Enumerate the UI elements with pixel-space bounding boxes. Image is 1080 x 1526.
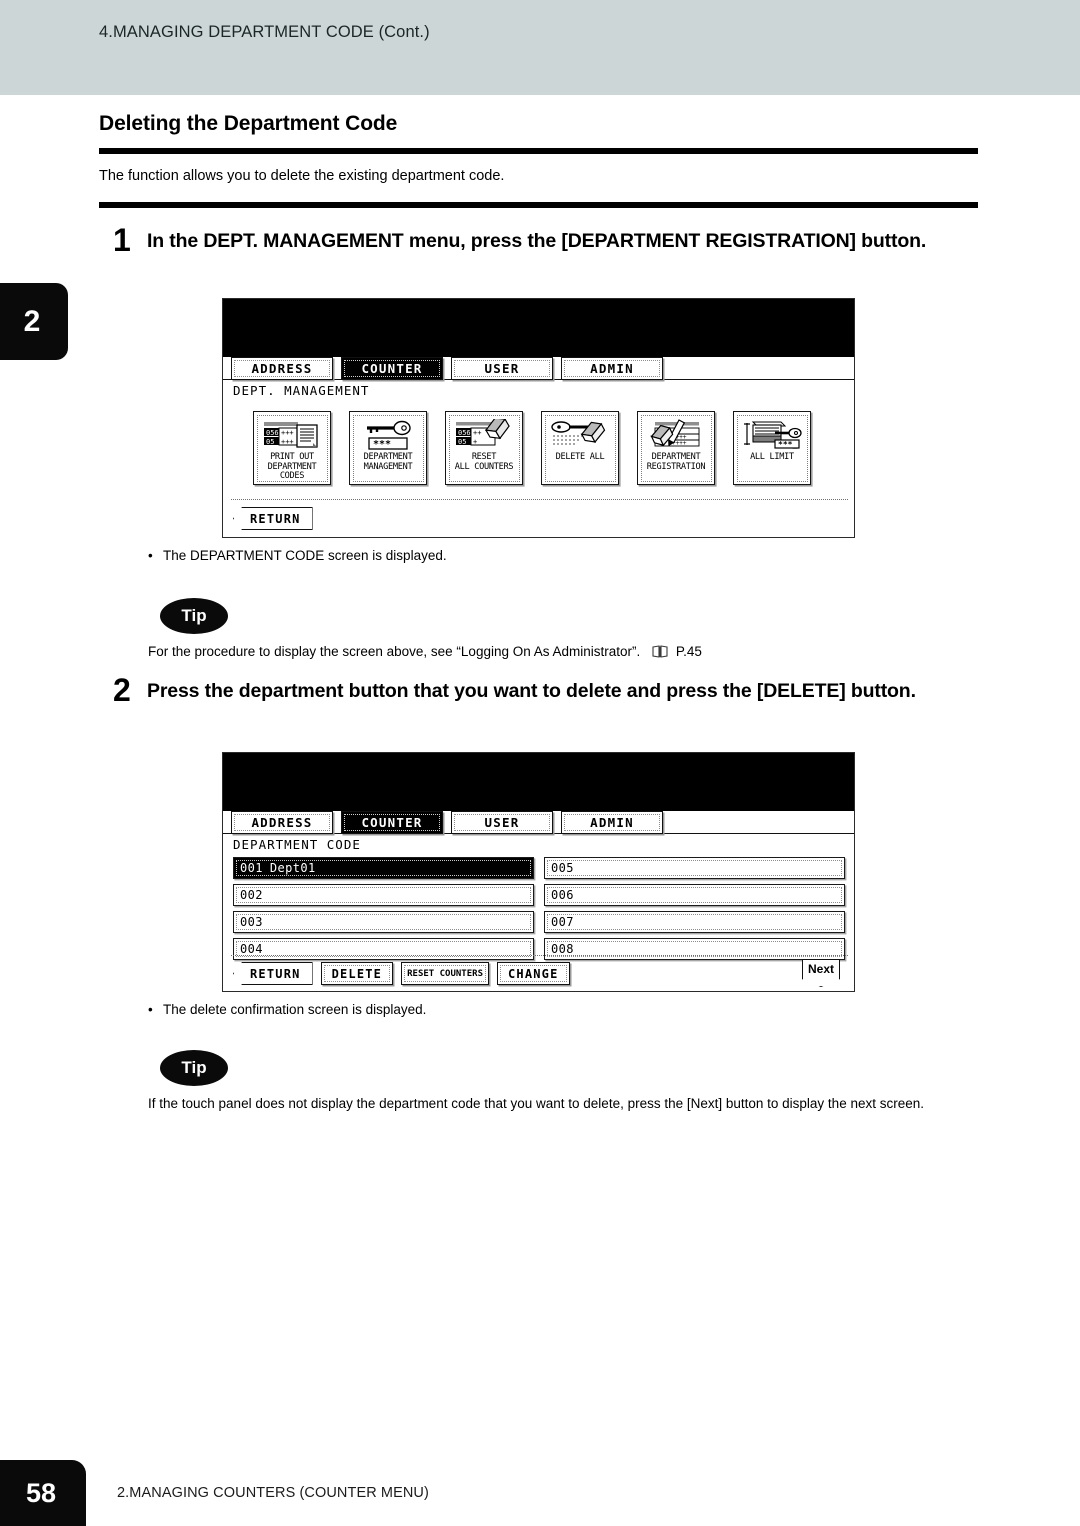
section-intro-text: The function allows you to delete the ex…: [99, 168, 505, 184]
footer-page-tab: 58: [0, 1460, 86, 1526]
book-reference-icon: [652, 644, 668, 665]
tip-badge-2: Tip: [160, 1050, 228, 1086]
step-1: 1 In the DEPT. MANAGEMENT menu, press th…: [99, 224, 989, 256]
lcd1-screen-label: DEPT. MANAGEMENT: [233, 383, 370, 398]
touch-panel-department-code[interactable]: ADDRESS COUNTER USER ADMIN DEPARTMENT CO…: [222, 752, 855, 992]
lcd2-tab-address[interactable]: ADDRESS: [231, 811, 333, 834]
lcd2-button-bar: RETURN DELETE RESET COUNTERS CHANGE: [233, 962, 570, 985]
svg-text:056: 056: [458, 429, 471, 437]
lcd2-tab-admin[interactable]: ADMIN: [561, 811, 663, 834]
lcd1-button-bar: RETURN: [233, 507, 313, 530]
step-2-number: 2: [113, 672, 131, 708]
lcd1-button-department-registration[interactable]: ++++ ++++ DEPARTMENT REGISTRATION: [637, 411, 715, 485]
chapter-tab-number: 2: [23, 304, 41, 338]
department-row[interactable]: 002: [233, 884, 534, 906]
lcd1-tab-address[interactable]: ADDRESS: [231, 357, 333, 380]
department-registration-icon: ++++ ++++: [643, 418, 709, 452]
lcd2-change-button[interactable]: CHANGE: [496, 962, 570, 985]
step-2-caption: • The delete confirmation screen is displ…: [148, 1002, 427, 1017]
lcd2-delete-button[interactable]: DELETE: [320, 962, 394, 985]
department-row[interactable]: 005: [544, 857, 845, 879]
tip-text-2: If the touch panel does not display the …: [148, 1096, 924, 1111]
lcd1-icon-caption: ALL LIMIT: [750, 452, 794, 462]
lcd1-icon-caption: DELETE ALL: [555, 452, 605, 462]
tip-1-page-ref: P.45: [675, 644, 702, 659]
section-divider-top: [99, 148, 978, 154]
tip-badge-1: Tip: [160, 598, 228, 634]
lcd1-tab-user[interactable]: USER: [451, 357, 553, 380]
lcd1-icon-caption: RESET ALL COUNTERS: [454, 452, 514, 472]
page-header-title: 4.MANAGING DEPARTMENT CODE (Cont.): [99, 23, 430, 41]
lcd2-bottom-dotted-rule: [231, 955, 848, 956]
department-row[interactable]: 004: [233, 938, 534, 960]
lcd1-icon-caption: DEPARTMENT REGISTRATION: [646, 452, 706, 472]
section-title: Deleting the Department Code: [99, 112, 398, 135]
department-row[interactable]: 001 Dept01: [233, 857, 534, 879]
department-management-icon: ***_: [355, 418, 421, 452]
lcd1-bottom-dotted-rule: [231, 499, 848, 500]
svg-text:***_: ***_: [778, 440, 797, 449]
svg-text:05: 05: [458, 438, 466, 446]
svg-text:05: 05: [266, 438, 274, 446]
department-row[interactable]: 003: [233, 911, 534, 933]
svg-text:056: 056: [266, 429, 279, 437]
step-1-text: In the DEPT. MANAGEMENT menu, press the …: [147, 230, 927, 252]
department-row[interactable]: 008: [544, 938, 845, 960]
print-out-department-codes-icon: 056 05 +++ +++: [259, 418, 325, 452]
lcd1-return-button[interactable]: RETURN: [233, 507, 313, 530]
lcd1-icon-caption: DEPARTMENT MANAGEMENT: [363, 452, 413, 472]
lcd1-button-department-management[interactable]: ***_ DEPARTMENT MANAGEMENT: [349, 411, 427, 485]
touch-panel-dept-management[interactable]: ADDRESS COUNTER USER ADMIN DEPT. MANAGEM…: [222, 298, 855, 538]
svg-text:***_: ***_: [373, 439, 398, 450]
lcd2-tab-bar[interactable]: ADDRESS COUNTER USER ADMIN: [231, 811, 663, 834]
lcd2-tab-user[interactable]: USER: [451, 811, 553, 834]
step-1-number: 1: [113, 222, 131, 258]
svg-text:+: +: [473, 438, 477, 446]
reset-all-counters-icon: 056 05 ++ +: [451, 418, 517, 452]
lcd2-title-bar: [223, 753, 854, 811]
lcd1-icon-caption: PRINT OUT DEPARTMENT CODES: [267, 452, 317, 482]
lcd1-button-reset-all-counters[interactable]: 056 05 ++ + RESET ALL COUNTERS: [445, 411, 523, 485]
tip-badge-2-label: Tip: [181, 1058, 207, 1077]
department-row[interactable]: 006: [544, 884, 845, 906]
lcd2-next-button[interactable]: Next: [802, 959, 840, 987]
lcd1-tab-counter[interactable]: COUNTER: [341, 357, 443, 380]
svg-text:+++: +++: [281, 438, 294, 446]
tip-badge-1-label: Tip: [181, 606, 207, 625]
lcd1-button-print-out-department-codes[interactable]: 056 05 +++ +++ PRINT OUT DEPARTMENT CODE…: [253, 411, 331, 485]
lcd1-tab-admin[interactable]: ADMIN: [561, 357, 663, 380]
svg-text:+++: +++: [281, 429, 294, 437]
lcd2-reset-counters-button[interactable]: RESET COUNTERS: [401, 962, 489, 985]
step-2-text: Press the department button that you wan…: [147, 680, 916, 702]
lcd1-icon-row: 056 05 +++ +++ PRINT OUT DEPARTMENT CODE…: [253, 411, 811, 485]
section-divider-bottom: [99, 202, 978, 208]
lcd2-tab-counter[interactable]: COUNTER: [341, 811, 443, 834]
department-code-list: 001 Dept01 005 002 006 003 007 004 008: [233, 857, 845, 960]
page-header-band: [0, 0, 1080, 95]
lcd1-button-delete-all[interactable]: DELETE ALL: [541, 411, 619, 485]
lcd2-screen-label: DEPARTMENT CODE: [233, 837, 361, 852]
footer-page-number: 58: [25, 1477, 57, 1508]
step-1-caption: • The DEPARTMENT CODE screen is displayed…: [148, 548, 447, 563]
chapter-tab: 2: [0, 283, 68, 360]
tip-text-1: For the procedure to display the screen …: [148, 642, 980, 665]
delete-all-icon: [547, 418, 613, 452]
lcd2-return-button[interactable]: RETURN: [233, 962, 313, 985]
footer-chapter-text: 2.MANAGING COUNTERS (COUNTER MENU): [117, 1485, 429, 1501]
lcd1-button-all-limit[interactable]: ***_ ALL LIMIT: [733, 411, 811, 485]
lcd1-tab-bar[interactable]: ADDRESS COUNTER USER ADMIN: [231, 357, 663, 380]
step-2: 2 Press the department button that you w…: [99, 674, 989, 706]
all-limit-icon: ***_: [739, 418, 805, 452]
department-row[interactable]: 007: [544, 911, 845, 933]
lcd1-title-bar: [223, 299, 854, 357]
svg-text:++: ++: [473, 429, 481, 437]
